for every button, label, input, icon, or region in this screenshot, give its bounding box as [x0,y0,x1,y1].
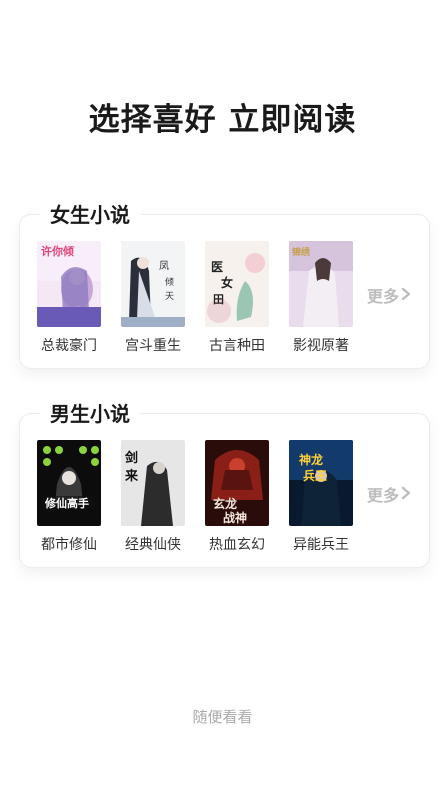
female-section-heading: 女生小说 [40,199,140,228]
chevron-right-icon [401,485,411,504]
male-novels-card: 男生小说 修仙高手 都市修仙 剑 来 经典仙侠 玄龙 战神 热血玄幻 神龙 兵王… [19,398,430,568]
svg-text:倾: 倾 [165,276,174,288]
chevron-right-icon [401,286,411,305]
female-more-button[interactable]: 更多 [367,283,411,307]
book-genre-item[interactable]: 神龙 兵王 异能兵王 [288,440,354,554]
genre-label: 热血玄幻 [209,537,265,553]
svg-text:剑: 剑 [124,450,138,466]
genre-label: 经典仙侠 [125,537,181,553]
book-cover: 凤 倾 天 [121,241,185,327]
book-cover: 玄龙 战神 [205,440,269,526]
book-cover: 修仙高手 [37,440,101,526]
svg-text:修仙高手: 修仙高手 [44,496,89,510]
book-genre-item[interactable]: 剑 来 经典仙侠 [120,440,186,554]
male-section-heading: 男生小说 [40,398,140,427]
book-cover: 剑 来 [121,440,185,526]
svg-text:天: 天 [165,292,174,302]
genre-label: 总裁豪门 [41,338,97,354]
page-title: 选择喜好 立即阅读 [88,102,357,138]
book-genre-item[interactable]: 锦绣 影视原著 [288,241,354,355]
svg-text:田: 田 [213,293,224,306]
genre-label: 宫斗重生 [125,338,181,354]
genre-label: 都市修仙 [41,537,97,553]
book-genre-item[interactable]: 玄龙 战神 热血玄幻 [204,440,270,554]
genre-label: 异能兵王 [293,537,349,553]
browse-random-link[interactable]: 随便看看 [0,706,445,727]
book-genre-item[interactable]: 凤 倾 天 宫斗重生 [120,241,186,355]
male-more-button[interactable]: 更多 [367,482,411,506]
svg-text:凤: 凤 [159,260,169,272]
book-cover: 医 女 田 [205,241,269,327]
book-cover: 锦绣 [289,241,353,327]
genre-label: 古言种田 [209,338,265,354]
svg-text:兵王: 兵王 [303,468,327,483]
svg-text:许你倾: 许你倾 [41,244,74,258]
svg-text:医: 医 [211,260,223,274]
svg-text:锦绣: 锦绣 [292,246,311,258]
more-label: 更多 [366,287,399,306]
svg-text:战神: 战神 [223,510,247,525]
book-cover: 许你倾 [37,241,101,327]
svg-text:玄龙: 玄龙 [213,496,237,511]
book-genre-item[interactable]: 许你倾 总裁豪门 [36,241,102,355]
book-cover: 神龙 兵王 [289,440,353,526]
svg-text:神龙: 神龙 [299,452,323,467]
genre-label: 影视原著 [293,338,349,354]
book-genre-item[interactable]: 医 女 田 古言种田 [204,241,270,355]
book-genre-item[interactable]: 修仙高手 都市修仙 [36,440,102,554]
svg-text:女: 女 [221,275,233,290]
svg-text:来: 来 [124,468,139,484]
more-label: 更多 [366,486,399,505]
female-novels-card: 女生小说 许你倾 总裁豪门 凤 倾 天 宫斗重生 医 女 田 古言种田 锦绣 影… [19,199,430,369]
